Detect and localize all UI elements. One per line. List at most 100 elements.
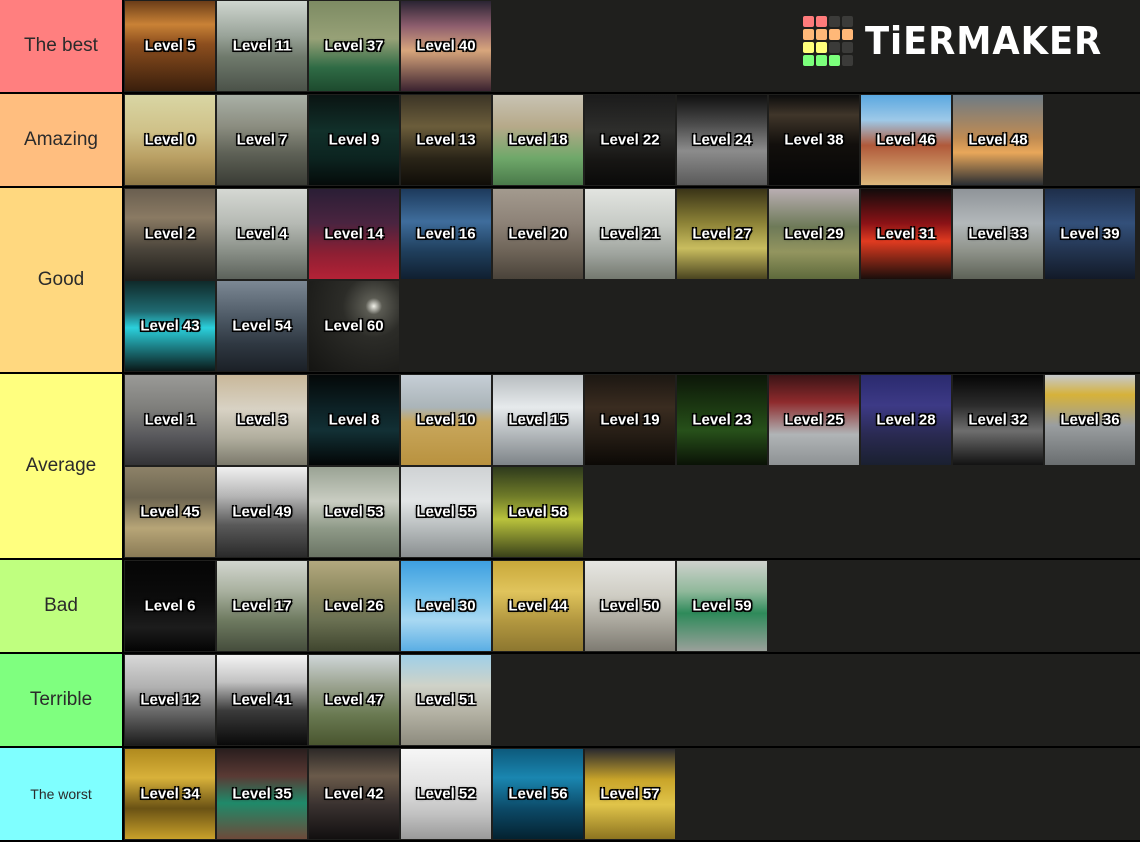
red-desert-arch-thumbnail xyxy=(861,95,951,185)
tier-item-tile[interactable]: Level 10 xyxy=(401,375,491,465)
tier-item-tile[interactable]: Level 3 xyxy=(217,375,307,465)
tier-item-tile[interactable]: Level 34 xyxy=(125,749,215,839)
tier-item-tile[interactable]: Level 31 xyxy=(861,189,951,279)
tier-item-tile[interactable]: Level 47 xyxy=(309,655,399,745)
logo-cell-0 xyxy=(802,16,814,27)
tier-item-tile[interactable]: Level 29 xyxy=(769,189,859,279)
tier-item-tile[interactable]: Level 19 xyxy=(585,375,675,465)
tier-item-tile[interactable]: Level 48 xyxy=(953,95,1043,185)
white-corridor-stairs-thumbnail xyxy=(585,189,675,279)
tier-items-amazing: Level 0 Level 7 Level 9 Level 13 Level 18 Lev… xyxy=(124,94,1140,186)
tier-item-tile[interactable]: Level 2 xyxy=(125,189,215,279)
logo-cell-2 xyxy=(828,16,840,27)
tier-item-tile[interactable]: Level 51 xyxy=(401,655,491,745)
logo-cell-1 xyxy=(815,16,827,27)
tier-item-tile[interactable]: Level 11 xyxy=(217,1,307,91)
tier-item-tile[interactable]: Level 40 xyxy=(401,1,491,91)
tier-item-tile[interactable]: Level 30 xyxy=(401,561,491,651)
tier-label-terrible[interactable]: Terrible xyxy=(0,654,124,746)
tier-item-tile[interactable]: Level 21 xyxy=(585,189,675,279)
tier-item-tile[interactable]: Level 25 xyxy=(769,375,859,465)
tier-item-tile[interactable]: Level 8 xyxy=(309,375,399,465)
logo-cell-7 xyxy=(841,29,853,40)
tier-item-tile[interactable]: Level 12 xyxy=(125,655,215,745)
tier-item-tile[interactable]: Level 15 xyxy=(493,375,583,465)
tier-item-tile[interactable]: Level 1 xyxy=(125,375,215,465)
tier-items-average: Level 1 Level 3 Level 8 Level 10 Level 15 Lev… xyxy=(124,374,1140,558)
tier-item-tile[interactable]: Level 16 xyxy=(401,189,491,279)
tier-item-tile[interactable]: Level 50 xyxy=(585,561,675,651)
tier-item-tile[interactable]: Level 22 xyxy=(585,95,675,185)
tier-item-tile[interactable]: Level 38 xyxy=(769,95,859,185)
tier-row: Terrible Level 12 Level 41 Level 47 Level 51 xyxy=(0,654,1140,748)
dark-suburb-night-thumbnail xyxy=(309,95,399,185)
tier-item-tile[interactable]: Level 49 xyxy=(217,467,307,557)
tier-label-average[interactable]: Average xyxy=(0,374,124,558)
tier-item-tile[interactable]: Level 36 xyxy=(1045,375,1135,465)
tier-row: Average Level 1 Level 3 Level 8 Level 10 Leve… xyxy=(0,374,1140,560)
tier-item-tile[interactable]: Level 9 xyxy=(309,95,399,185)
tier-item-tile[interactable]: Level 26 xyxy=(309,561,399,651)
logo-cell-12 xyxy=(802,55,814,66)
tier-item-tile[interactable]: Level 20 xyxy=(493,189,583,279)
tier-label-good[interactable]: Good xyxy=(0,188,124,372)
tier-item-tile[interactable]: Level 32 xyxy=(953,375,1043,465)
tier-item-tile[interactable]: Level 0 xyxy=(125,95,215,185)
grey-test-pattern-thumbnail xyxy=(125,655,215,745)
tier-item-tile[interactable]: Level 58 xyxy=(493,467,583,557)
tier-item-tile[interactable]: Level 37 xyxy=(309,1,399,91)
black-cave-teal-thumbnail xyxy=(309,375,399,465)
yellow-cave-thumbnail xyxy=(677,189,767,279)
tier-item-tile[interactable]: Level 60 xyxy=(309,281,399,371)
lobby-warm-wood-thumbnail xyxy=(125,1,215,91)
tan-office-desk-thumbnail xyxy=(125,467,215,557)
grey-office-floor-thumbnail xyxy=(217,189,307,279)
tier-item-tile[interactable]: Level 23 xyxy=(677,375,767,465)
logo-cell-9 xyxy=(815,42,827,53)
tier-item-tile[interactable]: Level 33 xyxy=(953,189,1043,279)
tier-item-tile[interactable]: Level 18 xyxy=(493,95,583,185)
tier-item-tile[interactable]: Level 53 xyxy=(309,467,399,557)
tier-item-tile[interactable]: Level 5 xyxy=(125,1,215,91)
tier-label-bad[interactable]: Bad xyxy=(0,560,124,652)
tier-row: Good Level 2 Level 4 Level 14 Level 16 Level … xyxy=(0,188,1140,374)
tier-item-tile[interactable]: Level 52 xyxy=(401,749,491,839)
tier-item-tile[interactable]: Level 35 xyxy=(217,749,307,839)
dark-wooden-attic-thumbnail xyxy=(585,375,675,465)
red-forest-thumbnail xyxy=(309,189,399,279)
logo-cell-13 xyxy=(815,55,827,66)
tier-label-amazing[interactable]: Amazing xyxy=(0,94,124,186)
tier-item-tile[interactable]: Level 42 xyxy=(309,749,399,839)
yellow-pool-ceiling-thumbnail xyxy=(585,749,675,839)
tier-item-tile[interactable]: Level 54 xyxy=(217,281,307,371)
tier-item-tile[interactable]: Level 6 xyxy=(125,561,215,651)
tier-item-tile[interactable]: Level 44 xyxy=(493,561,583,651)
tier-item-tile[interactable]: Level 41 xyxy=(217,655,307,745)
tier-item-tile[interactable]: Level 46 xyxy=(861,95,951,185)
tier-item-tile[interactable]: Level 43 xyxy=(125,281,215,371)
tier-item-tile[interactable]: Level 57 xyxy=(585,749,675,839)
golden-cave-arch-thumbnail xyxy=(125,749,215,839)
country-road-trees-thumbnail xyxy=(769,189,859,279)
tier-item-tile[interactable]: Level 7 xyxy=(217,95,307,185)
tier-item-tile[interactable]: Level 13 xyxy=(401,95,491,185)
tier-item-tile[interactable]: Level 39 xyxy=(1045,189,1135,279)
arcade-cabinets-thumbnail xyxy=(401,1,491,91)
tier-item-tile[interactable]: Level 27 xyxy=(677,189,767,279)
tier-item-tile[interactable]: Level 55 xyxy=(401,467,491,557)
tier-item-tile[interactable]: Level 17 xyxy=(217,561,307,651)
tier-item-tile[interactable]: Level 45 xyxy=(125,467,215,557)
tier-item-tile[interactable]: Level 59 xyxy=(677,561,767,651)
logo-cell-3 xyxy=(841,16,853,27)
tier-item-tile[interactable]: Level 4 xyxy=(217,189,307,279)
cyan-screen-warehouse-thumbnail xyxy=(125,281,215,371)
tier-item-tile[interactable]: Level 56 xyxy=(493,749,583,839)
tier-label-the-worst[interactable]: The worst xyxy=(0,748,124,840)
logo-grid-icon xyxy=(802,16,853,66)
tier-item-tile[interactable]: Level 24 xyxy=(677,95,767,185)
tier-label-the-best[interactable]: The best xyxy=(0,0,124,92)
tier-item-tile[interactable]: Level 28 xyxy=(861,375,951,465)
tier-item-tile[interactable]: Level 14 xyxy=(309,189,399,279)
green-pool-room-thumbnail xyxy=(309,1,399,91)
warehouse-shelves-thumbnail xyxy=(493,189,583,279)
